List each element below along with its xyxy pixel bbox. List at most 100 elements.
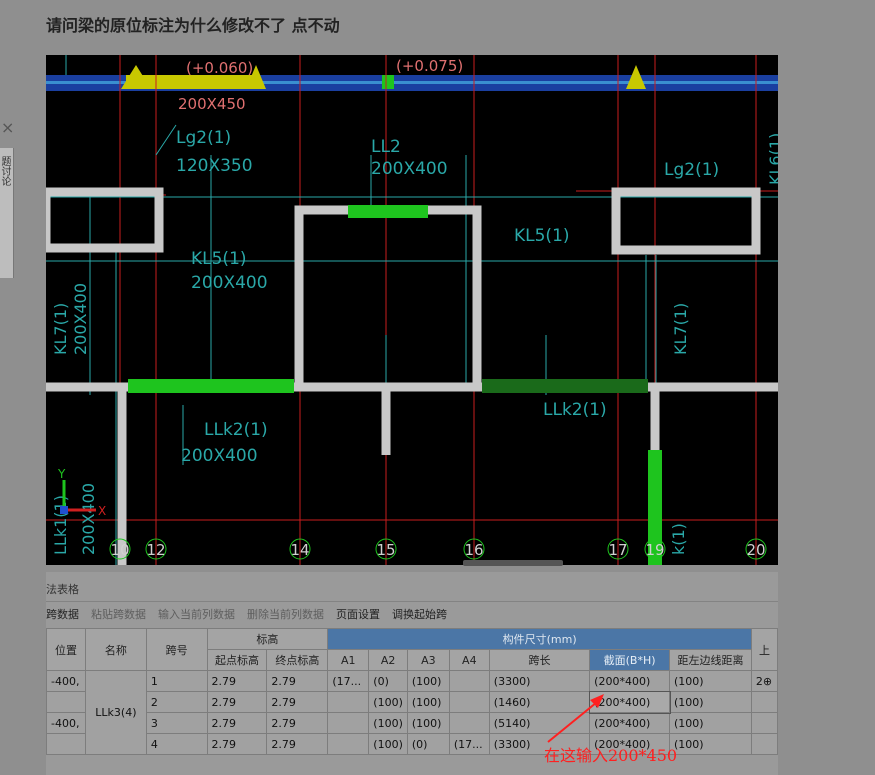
- annotation-text: 在这输入200*450: [544, 746, 678, 765]
- cell-end-elev[interactable]: 2.79: [266, 712, 329, 734]
- kl7-size-a: 200X400: [71, 283, 90, 355]
- cell-span-length[interactable]: (3300): [488, 670, 591, 692]
- svg-text:Y: Y: [57, 467, 66, 481]
- axis-number-19: 19: [645, 541, 664, 559]
- axis-number-16: 16: [464, 541, 483, 559]
- col-header-dimensions: 构件尺寸(mm): [327, 628, 752, 650]
- cell-span-no[interactable]: 1: [145, 670, 208, 692]
- cell-end-elev[interactable]: 2.79: [266, 733, 329, 755]
- swap-start-span-button[interactable]: 调换起始跨: [392, 606, 447, 622]
- beam-ll2-highlight: [348, 205, 428, 218]
- close-icon[interactable]: ×: [1, 118, 14, 137]
- cell-a4[interactable]: [448, 691, 490, 713]
- kl5-label-a: KL5(1): [191, 249, 247, 269]
- cell-span-no[interactable]: 4: [145, 733, 208, 755]
- cell-left-distance[interactable]: (100): [669, 733, 752, 755]
- col-header-a4[interactable]: A4: [448, 649, 490, 671]
- col-header-a2[interactable]: A2: [368, 649, 408, 671]
- cell-extra[interactable]: 2⊕: [750, 670, 779, 692]
- lg2-label-b: Lg2(1): [664, 160, 719, 180]
- cell-beam-name[interactable]: LLk3(4): [84, 670, 147, 755]
- panel-toolbar: 跨数据 粘贴跨数据 输入当前列数据 删除当前列数据 页面设置 调换起始跨: [46, 602, 778, 626]
- cell-a1[interactable]: [327, 733, 370, 755]
- copy-span-data-button[interactable]: 跨数据: [46, 606, 79, 622]
- paste-span-data-button[interactable]: 粘贴跨数据: [91, 606, 146, 622]
- cell-a3[interactable]: (100): [406, 691, 450, 713]
- col-header-position[interactable]: 位置: [46, 628, 86, 671]
- cell-a4[interactable]: [448, 712, 490, 734]
- cell-a1[interactable]: [327, 691, 370, 713]
- cell-end-elev[interactable]: 2.79: [266, 691, 329, 713]
- col-header-extra[interactable]: 上: [750, 628, 779, 671]
- col-header-span-no[interactable]: 跨号: [145, 628, 208, 671]
- side-tab[interactable]: 题讨论: [0, 148, 14, 278]
- lg2-size-a: 120X350: [176, 156, 253, 176]
- cell-a1[interactable]: [327, 712, 370, 734]
- page-setup-button[interactable]: 页面设置: [336, 606, 380, 622]
- input-column-data-button[interactable]: 输入当前列数据: [158, 606, 235, 622]
- axis-number-12: 12: [146, 541, 165, 559]
- cell-a2[interactable]: (0): [368, 670, 408, 692]
- elevation-label-2: (+0.075): [396, 57, 463, 75]
- cell-extra[interactable]: [750, 733, 779, 755]
- delete-column-data-button[interactable]: 删除当前列数据: [247, 606, 324, 622]
- axis-number-17: 17: [608, 541, 627, 559]
- cell-position[interactable]: [46, 691, 86, 713]
- cell-a3[interactable]: (100): [406, 712, 450, 734]
- cell-a2[interactable]: (100): [368, 691, 408, 713]
- llk2-label-b: LLk2(1): [543, 400, 607, 420]
- cell-left-distance[interactable]: (100): [669, 691, 752, 713]
- col-header-elevation: 标高: [206, 628, 329, 650]
- elevation-label-1: (+0.060): [186, 59, 253, 77]
- k-label-right: k(1): [669, 523, 688, 555]
- col-header-a1[interactable]: A1: [327, 649, 370, 671]
- cell-a1[interactable]: (17...: [327, 670, 370, 692]
- splitter-handle[interactable]: [463, 560, 563, 566]
- col-header-left-distance[interactable]: 距左边线距离: [669, 649, 752, 671]
- table-row[interactable]: 2 2.79 2.79 (100) (100) (1460) (200*400)…: [46, 690, 779, 714]
- llk1-label: LLk1(1): [51, 495, 70, 555]
- cell-extra[interactable]: [750, 712, 779, 734]
- cell-start-elev[interactable]: 2.79: [206, 670, 268, 692]
- cell-start-elev[interactable]: 2.79: [206, 691, 268, 713]
- cell-a2[interactable]: (100): [368, 733, 408, 755]
- cell-end-elev[interactable]: 2.79: [266, 670, 329, 692]
- cell-section[interactable]: (200*400): [589, 670, 670, 692]
- cell-a3[interactable]: (100): [406, 670, 450, 692]
- cell-a4[interactable]: [448, 670, 490, 692]
- col-header-section[interactable]: 截面(B*H): [589, 649, 670, 671]
- cell-position[interactable]: -400,: [46, 670, 86, 692]
- cell-span-no[interactable]: 2: [145, 691, 208, 713]
- panel-title: 法表格: [46, 572, 778, 602]
- col-header-start-elev[interactable]: 起点标高: [206, 649, 268, 671]
- cell-left-distance[interactable]: (100): [669, 712, 752, 734]
- cell-position[interactable]: -400,: [46, 712, 86, 734]
- kl5-size-a: 200X400: [191, 273, 268, 293]
- ll2-label: LL2: [371, 137, 401, 157]
- col-header-name[interactable]: 名称: [84, 628, 147, 671]
- side-tab-label: 题讨论: [0, 156, 10, 186]
- col-header-end-elev[interactable]: 终点标高: [266, 649, 329, 671]
- cell-span-no[interactable]: 3: [145, 712, 208, 734]
- cell-a2[interactable]: (100): [368, 712, 408, 734]
- ll2-size: 200X400: [371, 159, 448, 179]
- cell-position[interactable]: [46, 733, 86, 755]
- cell-start-elev[interactable]: 2.79: [206, 712, 268, 734]
- span-data-table: 位置 名称 跨号 标高 构件尺寸(mm) 上 起点标高 终点标高 A1 A2 A…: [46, 628, 779, 755]
- table-row[interactable]: -400, 3 2.79 2.79 (100) (100) (5140) (20…: [46, 712, 779, 734]
- cell-a3[interactable]: (0): [406, 733, 450, 755]
- cell-a4[interactable]: (17...: [448, 733, 490, 755]
- table-row[interactable]: -400, LLk3(4) 1 2.79 2.79 (17... (0) (10…: [46, 670, 779, 755]
- llk2-size-a: 200X400: [181, 446, 258, 466]
- axis-number-14: 14: [290, 541, 309, 559]
- cell-extra[interactable]: [750, 691, 779, 713]
- beam-llk2b-highlight: [482, 379, 648, 393]
- col-header-a3[interactable]: A3: [406, 649, 450, 671]
- cell-left-distance[interactable]: (100): [669, 670, 752, 692]
- beam-llk2-highlight: [128, 379, 294, 393]
- col-header-span-length[interactable]: 跨长: [488, 649, 591, 671]
- cad-drawing-area[interactable]: (+0.060) (+0.075) 200X450 Lg2(1) 120X350…: [46, 55, 778, 565]
- page-title: 请问梁的原位标注为什么修改不了 点不动: [46, 16, 340, 35]
- cad-canvas[interactable]: (+0.060) (+0.075) 200X450 Lg2(1) 120X350…: [46, 55, 778, 565]
- cell-start-elev[interactable]: 2.79: [206, 733, 268, 755]
